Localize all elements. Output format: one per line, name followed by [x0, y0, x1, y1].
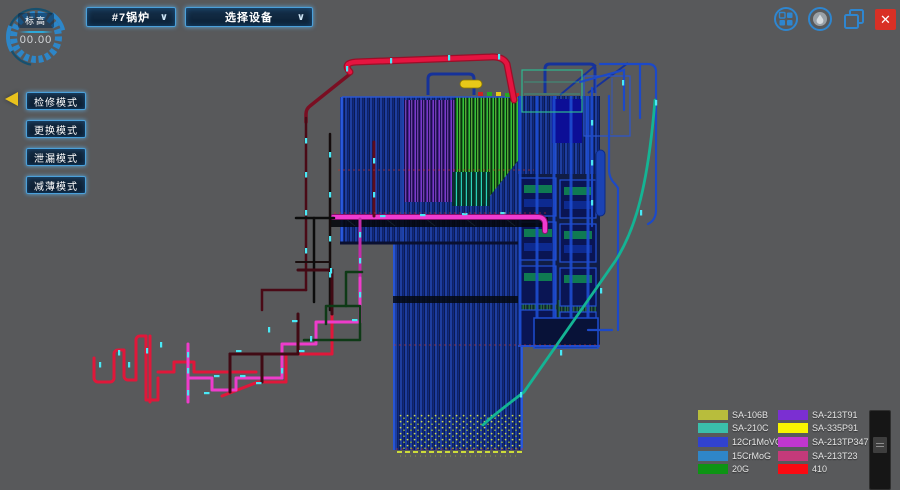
elevation-value: 00.00 — [2, 34, 70, 46]
device-select-value: 选择设备 — [225, 9, 273, 25]
elevation-gauge: 标高 00.00 — [2, 2, 70, 70]
boiler-baseline — [397, 452, 523, 456]
elevation-label: 标高 — [18, 13, 54, 28]
droplet-gauge-button[interactable] — [807, 6, 833, 32]
close-icon: ✕ — [880, 12, 891, 27]
mode-button-thinning[interactable]: 减薄模式 — [26, 176, 86, 194]
window-controls: ✕ — [773, 6, 896, 32]
legend-label: 15CrMoG — [732, 451, 771, 461]
legend-label: SA-106B — [732, 410, 768, 420]
boiler-3d-model[interactable] — [0, 0, 900, 473]
chevron-down-icon: ∨ — [297, 12, 305, 23]
chevron-down-icon: ∨ — [160, 12, 168, 23]
mode-button-overhaul[interactable]: 检修模式 — [26, 92, 86, 110]
mode-button-leak[interactable]: 泄漏模式 — [26, 148, 86, 166]
legend-item: SA-335P91 — [778, 422, 882, 436]
legend-label: SA-213TP347H — [812, 437, 875, 447]
legend-scrollbar[interactable] — [869, 410, 891, 490]
legend-item: 410 — [778, 462, 882, 476]
dashboard-grid-button[interactable] — [773, 6, 799, 32]
legend-swatch — [778, 437, 808, 447]
legend-swatch — [698, 423, 728, 433]
main-viewport: 标高 00.00 #7锅炉 ∨ 选择设备 ∨ — [0, 0, 900, 473]
layers-copy-button[interactable] — [841, 6, 867, 32]
mode-button-replace[interactable]: 更换模式 — [26, 120, 86, 138]
right-structure — [518, 70, 630, 348]
legend-label: SA-213T91 — [812, 410, 858, 420]
legend-swatch — [698, 410, 728, 420]
legend-item: SA-213T91 — [778, 408, 882, 422]
legend-item: SA-213TP347H — [778, 435, 882, 449]
boiler-body — [340, 97, 544, 450]
legend-swatch — [698, 451, 728, 461]
legend-swatch — [778, 423, 808, 433]
legend-swatch — [778, 451, 808, 461]
legend-item: 20G — [698, 462, 778, 476]
legend-item: 15CrMoG — [698, 449, 778, 463]
legend-label: 12Cr1MoVG — [732, 437, 782, 447]
legend-item: SA-210C — [698, 422, 778, 436]
boiler-select-value: #7锅炉 — [112, 9, 150, 25]
legend-swatch — [698, 437, 728, 447]
legend-scrollbar-handle[interactable] — [873, 437, 887, 453]
collapse-panel-arrow-icon[interactable] — [5, 92, 18, 106]
gauge-divider — [19, 31, 53, 33]
mode-panel: 检修模式 更换模式 泄漏模式 减薄模式 — [26, 92, 86, 194]
legend-label: SA-210C — [732, 423, 769, 433]
boiler-select[interactable]: #7锅炉 ∨ — [86, 7, 176, 27]
legend-item: 12Cr1MoVG — [698, 435, 778, 449]
droplet-gauge-icon — [807, 6, 833, 32]
legend-item: SA-106B — [698, 408, 778, 422]
layers-copy-icon — [841, 6, 867, 32]
close-button[interactable]: ✕ — [875, 9, 896, 30]
material-legend: SA-106B SA-210C 12Cr1MoVG 15CrMoG20G SA-213T… — [698, 408, 882, 476]
left-piping — [94, 270, 362, 402]
legend-swatch — [778, 410, 808, 420]
legend-label: SA-335P91 — [812, 423, 858, 433]
legend-item: SA-213T23 — [778, 449, 882, 463]
device-select[interactable]: 选择设备 ∨ — [185, 7, 313, 27]
dashboard-grid-icon — [773, 6, 799, 32]
legend-label: SA-213T23 — [812, 451, 858, 461]
